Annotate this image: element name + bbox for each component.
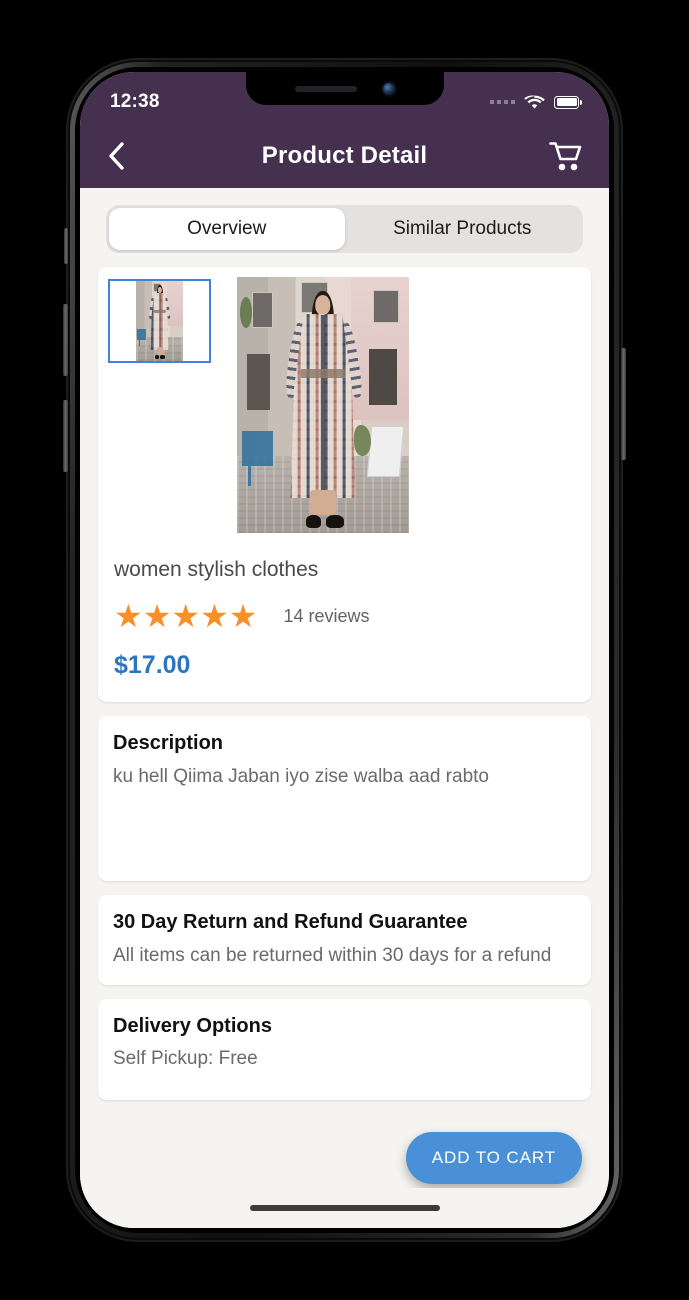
tab-bar: Overview Similar Products <box>106 205 583 253</box>
phone-notch <box>245 72 444 105</box>
delivery-option-self-pickup: Self Pickup: Free <box>113 1047 258 1069</box>
wifi-icon <box>524 94 545 109</box>
return-guarantee-card: 30 Day Return and Refund Guarantee All i… <box>98 895 591 985</box>
volume-down-button[interactable] <box>63 400 68 472</box>
volume-up-button[interactable] <box>63 304 68 376</box>
product-thumbnail-image <box>136 281 183 361</box>
product-price: $17.00 <box>114 651 191 679</box>
product-summary-card: women stylish clothes ★★★★★ 14 reviews $… <box>98 267 591 702</box>
page-content[interactable]: Overview Similar Products women stylish … <box>80 188 609 1228</box>
description-card: Description ku hell Qiima Jaban iyo zise… <box>98 716 591 881</box>
cart-button[interactable] <box>549 141 583 172</box>
front-camera-icon <box>382 82 395 95</box>
review-count[interactable]: 14 reviews <box>283 606 369 627</box>
tab-overview[interactable]: Overview <box>109 208 345 250</box>
phone-screen: 12:38 Product Detail Overview Similar Pr… <box>80 72 609 1228</box>
tab-similar-products[interactable]: Similar Products <box>345 208 581 250</box>
status-bar-indicators <box>490 87 582 110</box>
description-body: ku hell Qiima Jaban iyo zise walba aad r… <box>113 766 489 787</box>
page-title: Product Detail <box>261 142 428 169</box>
back-button[interactable] <box>106 141 140 171</box>
description-heading: Description <box>113 732 224 754</box>
phone-device-frame: 12:38 Product Detail Overview Similar Pr… <box>63 58 626 1242</box>
product-thumbnail-0[interactable] <box>108 279 211 363</box>
chevron-left-icon <box>109 142 124 170</box>
signal-dots-icon <box>490 100 515 104</box>
product-gallery <box>108 277 581 533</box>
shopping-cart-icon <box>549 141 582 170</box>
product-main-image[interactable] <box>237 277 409 533</box>
power-button[interactable] <box>621 348 626 460</box>
app-bar: Product Detail <box>80 124 609 188</box>
guarantee-heading: 30 Day Return and Refund Guarantee <box>113 911 468 933</box>
battery-full-icon <box>554 95 582 109</box>
mute-switch-button[interactable] <box>64 228 68 264</box>
rating-stars-icon: ★★★★★ <box>114 598 258 634</box>
product-title: women stylish clothes <box>114 558 319 581</box>
speaker-grille-icon <box>294 85 357 92</box>
home-indicator[interactable] <box>249 1205 440 1211</box>
thumbnail-strip <box>108 277 211 363</box>
guarantee-body: All items can be returned within 30 days… <box>113 945 552 966</box>
status-bar-time: 12:38 <box>110 91 160 112</box>
home-indicator-area <box>80 1188 609 1228</box>
add-to-cart-button[interactable]: ADD TO CART <box>405 1132 582 1184</box>
product-rating-row: ★★★★★ 14 reviews <box>114 600 581 632</box>
delivery-heading: Delivery Options <box>113 1014 272 1037</box>
delivery-options-card: Delivery Options Self Pickup: Free <box>98 998 591 1100</box>
